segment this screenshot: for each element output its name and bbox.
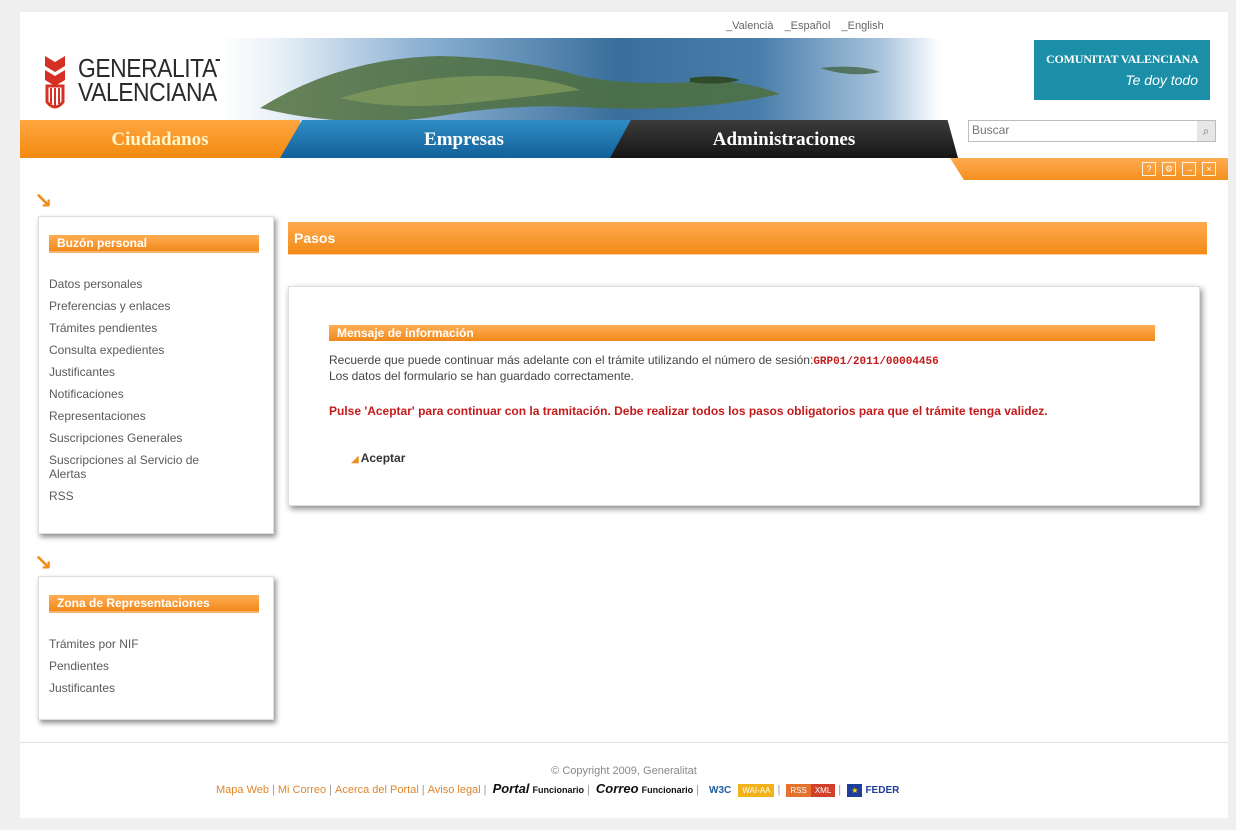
settings-icon[interactable]: ⚙: [1162, 162, 1176, 176]
footer-link-mi-correo[interactable]: Mi Correo: [278, 784, 326, 796]
accept-button[interactable]: ◢ Aceptar: [351, 451, 405, 465]
arrow-down-right-icon: ↘: [34, 550, 53, 575]
search-input[interactable]: [969, 121, 1190, 139]
logo-line2: VALENCIANA: [78, 77, 217, 107]
login-icon[interactable]: →: [1182, 162, 1196, 176]
zona-menu: Trámites por NIF Pendientes Justificante…: [49, 637, 273, 695]
comunitat-valenciana-logo[interactable]: COMUNITAT VALENCIANA Te doy todo: [1034, 40, 1210, 100]
menu-item-notificaciones[interactable]: Notificaciones: [49, 387, 273, 401]
accept-label: Aceptar: [360, 451, 406, 465]
language-links: _Valencià _Español _English: [726, 20, 892, 32]
generalitat-logo[interactable]: GENERALITAT VALENCIANA: [42, 50, 229, 120]
saved-message: Los datos del formulario se han guardado…: [329, 369, 634, 383]
logo-text: GENERALITAT VALENCIANA: [78, 55, 229, 107]
correo-funcionario-link[interactable]: Correo Funcionario: [596, 781, 693, 796]
buzon-personal-title: Buzón personal: [49, 235, 259, 253]
pasos-header: Pasos: [288, 222, 1207, 255]
buzon-personal-panel: Buzón personal Datos personales Preferen…: [38, 216, 274, 534]
menu-item-suscripciones-alertas[interactable]: Suscripciones al Servicio de Alertas: [49, 453, 229, 481]
pasos-title: Pasos: [294, 230, 336, 246]
menu-item-consulta-expedientes[interactable]: Consulta expedientes: [49, 343, 273, 357]
warning-message: Pulse 'Aceptar' para continuar con la tr…: [329, 404, 1048, 418]
lang-english-link[interactable]: _English: [842, 20, 884, 32]
eu-flag-icon: ★: [847, 783, 863, 797]
tab-administraciones[interactable]: Administraciones: [610, 120, 958, 158]
menu-item-datos-personales[interactable]: Datos personales: [49, 277, 273, 291]
rss-badge[interactable]: RSS: [786, 783, 811, 797]
utility-toolbar: ? ⚙ → ×: [950, 158, 1228, 180]
message-header: Mensaje de información: [329, 325, 1155, 341]
menu-item-suscripciones-generales[interactable]: Suscripciones Generales: [49, 431, 273, 445]
session-text: Recuerde que puede continuar más adelant…: [329, 353, 814, 367]
w3c-badge[interactable]: W3C: [705, 783, 736, 797]
zona-representaciones-panel: Zona de Representaciones Trámites por NI…: [38, 576, 274, 720]
page: _Valencià _Español _English GENERALITAT …: [20, 12, 1228, 818]
lang-valencia-link[interactable]: _Valencià: [726, 20, 774, 32]
menu-item-pendientes[interactable]: Pendientes: [49, 659, 273, 673]
wai-aa-badge[interactable]: WAI-AA: [738, 783, 775, 797]
copyright: © Copyright 2009, Generalitat: [551, 765, 697, 777]
footer-link-mapa-web[interactable]: Mapa Web: [216, 784, 269, 796]
session-message: Recuerde que puede continuar más adelant…: [329, 353, 939, 368]
triangle-icon: ◢: [351, 454, 359, 465]
buzon-menu: Datos personales Preferencias y enlaces …: [49, 277, 273, 503]
footer: © Copyright 2009, Generalitat Mapa Web | M…: [20, 742, 1228, 797]
tab-empresas[interactable]: Empresas: [280, 120, 648, 158]
menu-item-rss[interactable]: RSS: [49, 489, 273, 503]
menu-item-tramites-pendientes[interactable]: Trámites pendientes: [49, 321, 273, 335]
session-number: GRP01/2011/00004456: [813, 356, 939, 368]
footer-link-acerca[interactable]: Acerca del Portal: [335, 784, 419, 796]
tab-ciudadanos[interactable]: Ciudadanos: [20, 120, 300, 158]
footer-links: Mapa Web | Mi Correo | Acerca del Portal | Avi…: [216, 781, 900, 797]
info-panel: Mensaje de información Recuerde que pued…: [288, 286, 1200, 506]
brand-line1: COMUNITAT VALENCIANA: [1046, 52, 1199, 66]
xml-badge[interactable]: XML: [810, 783, 836, 797]
brand-line2: Te doy todo: [1125, 72, 1198, 88]
footer-link-aviso-legal[interactable]: Aviso legal: [428, 784, 481, 796]
menu-item-representaciones[interactable]: Representaciones: [49, 409, 273, 423]
menu-item-tramites-nif[interactable]: Trámites por NIF: [49, 637, 273, 651]
portal-funcionario-link[interactable]: Portal Funcionario: [493, 781, 584, 796]
arrow-down-right-icon: ↘: [34, 188, 53, 213]
menu-item-zona-justificantes[interactable]: Justificantes: [49, 681, 273, 695]
feder-label[interactable]: FEDER: [865, 785, 899, 796]
close-icon[interactable]: ×: [1202, 162, 1216, 176]
coast-aerial-image: [260, 56, 880, 122]
lang-espanol-link[interactable]: _Español: [785, 20, 831, 32]
search-icon[interactable]: ⌕: [1197, 121, 1215, 141]
menu-item-justificantes[interactable]: Justificantes: [49, 365, 273, 379]
header-banner: [220, 38, 940, 132]
help-icon[interactable]: ?: [1142, 162, 1156, 176]
coat-of-arms-icon: [45, 56, 65, 109]
zona-representaciones-title: Zona de Representaciones: [49, 595, 259, 613]
search-box: ⌕: [968, 120, 1216, 142]
menu-item-preferencias[interactable]: Preferencias y enlaces: [49, 299, 273, 313]
